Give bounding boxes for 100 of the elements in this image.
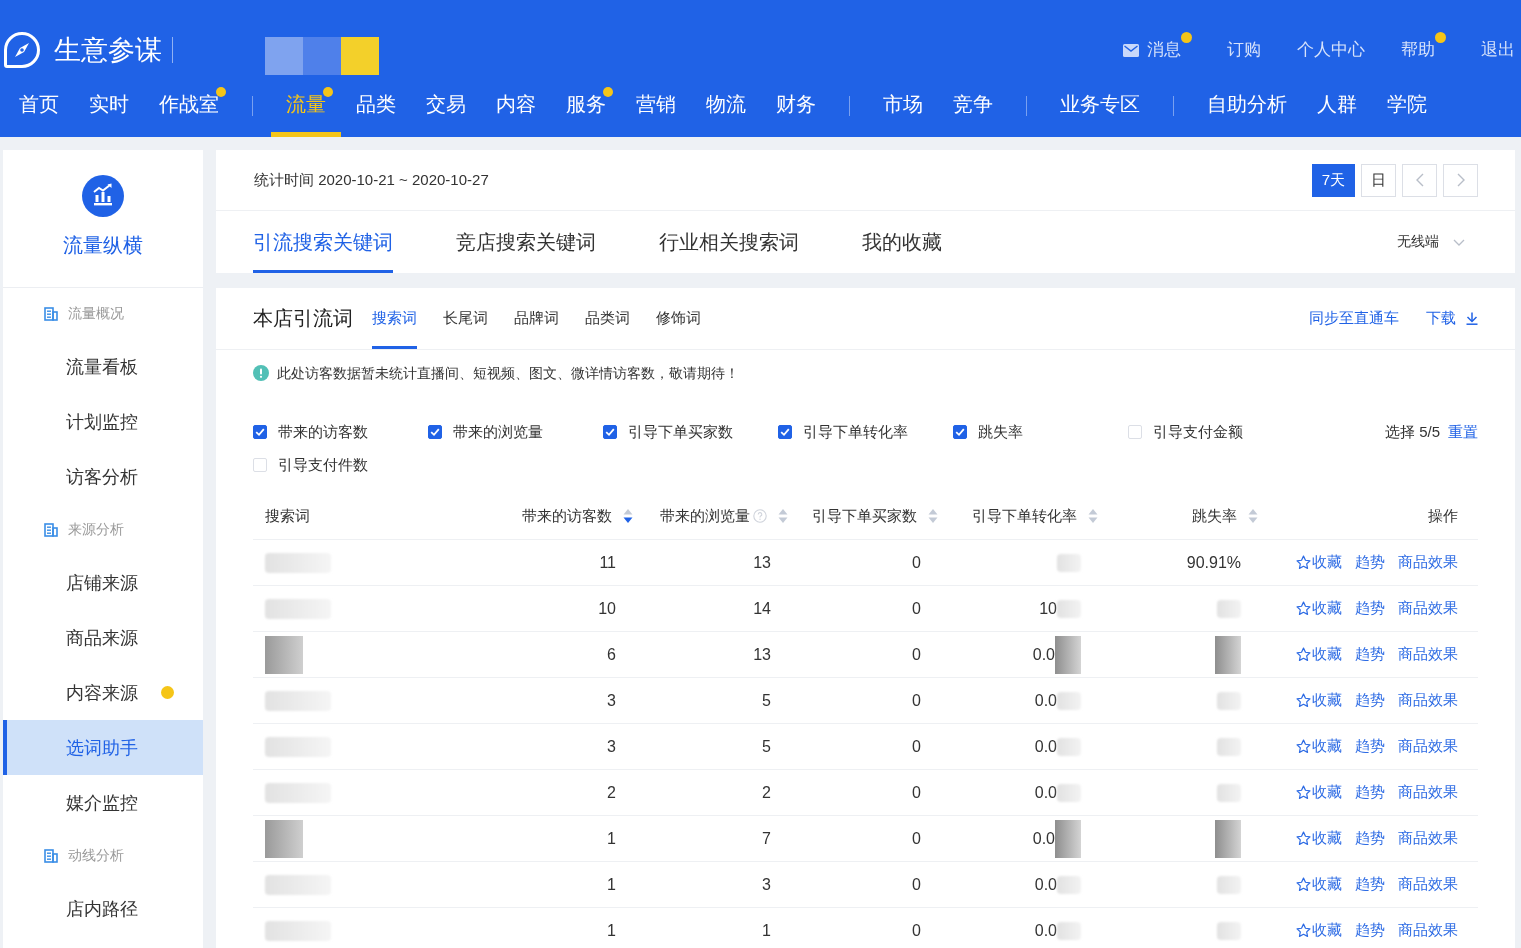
favorite-link[interactable]: 收藏 bbox=[1296, 691, 1342, 710]
action-link[interactable]: 趋势 bbox=[1355, 691, 1385, 710]
word-type-tab[interactable]: 搜索词 bbox=[372, 288, 417, 349]
nav-tab[interactable]: 实时 bbox=[74, 75, 144, 137]
nav-tab[interactable]: 作战室 bbox=[144, 75, 234, 137]
star-icon bbox=[1296, 693, 1311, 708]
favorite-link[interactable]: 收藏 bbox=[1296, 875, 1342, 894]
blurred-text bbox=[1217, 875, 1241, 894]
nav-tab[interactable]: 市场 bbox=[868, 75, 938, 137]
header-link[interactable]: 消息 bbox=[1123, 38, 1181, 62]
device-dropdown[interactable]: 无线端 bbox=[1397, 211, 1465, 273]
action-link[interactable]: 商品效果 bbox=[1398, 599, 1458, 618]
previous-button[interactable] bbox=[1402, 163, 1437, 197]
checkbox[interactable] bbox=[778, 425, 792, 439]
table-cell: 0 bbox=[912, 645, 921, 664]
action-link[interactable]: 趋势 bbox=[1355, 875, 1385, 894]
table-cell: 3 bbox=[607, 737, 616, 756]
sidebar-item[interactable]: 访客分析 bbox=[3, 449, 203, 504]
download-link[interactable]: 下载 bbox=[1426, 309, 1478, 328]
nav-tab[interactable]: 交易 bbox=[411, 75, 481, 137]
action-link[interactable]: 商品效果 bbox=[1398, 829, 1458, 848]
favorite-link[interactable]: 收藏 bbox=[1296, 553, 1342, 572]
checkbox[interactable] bbox=[253, 425, 267, 439]
sort-icon[interactable] bbox=[623, 508, 633, 524]
nav-tab[interactable]: 内容 bbox=[481, 75, 551, 137]
nav-tab[interactable]: 服务 bbox=[551, 75, 621, 137]
reset-link[interactable]: 重置 bbox=[1448, 421, 1478, 443]
action-link[interactable]: 趋势 bbox=[1355, 553, 1385, 572]
nav-tab[interactable]: 物流 bbox=[691, 75, 761, 137]
header-link[interactable]: 帮助 bbox=[1401, 38, 1435, 62]
nav-tab[interactable]: 人群 bbox=[1302, 75, 1372, 137]
table-cell: 0 bbox=[912, 737, 921, 756]
sidebar-item[interactable]: 店铺来源 bbox=[3, 555, 203, 610]
action-link[interactable]: 趋势 bbox=[1355, 783, 1385, 802]
action-link[interactable]: 商品效果 bbox=[1398, 737, 1458, 756]
header-link[interactable]: 个人中心 bbox=[1297, 38, 1365, 62]
range-button[interactable]: 日 bbox=[1361, 163, 1396, 197]
metric-option[interactable]: 引导支付金额 bbox=[1128, 421, 1243, 443]
keyword-tab[interactable]: 行业相关搜索词 bbox=[659, 211, 799, 273]
sidebar-item[interactable]: 商品来源 bbox=[3, 610, 203, 665]
action-link[interactable]: 商品效果 bbox=[1398, 553, 1458, 572]
favorite-link[interactable]: 收藏 bbox=[1296, 829, 1342, 848]
sidebar-item[interactable]: 计划监控 bbox=[3, 394, 203, 449]
help-icon[interactable] bbox=[753, 509, 767, 523]
nav-tab[interactable]: 业务专区 bbox=[1045, 75, 1155, 137]
blurred-text bbox=[1057, 691, 1081, 710]
nav-tab[interactable]: 学院 bbox=[1372, 75, 1442, 137]
range-button[interactable]: 7天 bbox=[1311, 163, 1355, 197]
sidebar-item[interactable]: 内容来源 bbox=[3, 665, 203, 720]
chevron-left-icon bbox=[1415, 173, 1424, 187]
checkbox[interactable] bbox=[603, 425, 617, 439]
nav-tab[interactable]: 首页 bbox=[4, 75, 74, 137]
word-type-tab[interactable]: 品类词 bbox=[585, 288, 630, 349]
metric-option[interactable]: 带来的浏览量 bbox=[428, 421, 543, 443]
sidebar-item[interactable]: 店内路径 bbox=[3, 881, 203, 936]
word-type-tab[interactable]: 修饰词 bbox=[656, 288, 701, 349]
nav-tab[interactable]: 财务 bbox=[761, 75, 831, 137]
keyword-tab[interactable]: 我的收藏 bbox=[862, 211, 942, 273]
action-link[interactable]: 趋势 bbox=[1355, 599, 1385, 618]
word-type-tab[interactable]: 长尾词 bbox=[443, 288, 488, 349]
word-type-tab[interactable]: 品牌词 bbox=[514, 288, 559, 349]
action-link[interactable]: 商品效果 bbox=[1398, 645, 1458, 664]
metric-option[interactable]: 带来的访客数 bbox=[253, 421, 368, 443]
action-link[interactable]: 趋势 bbox=[1355, 737, 1385, 756]
nav-tab[interactable]: 自助分析 bbox=[1192, 75, 1302, 137]
favorite-link[interactable]: 收藏 bbox=[1296, 921, 1342, 940]
favorite-link[interactable]: 收藏 bbox=[1296, 783, 1342, 802]
favorite-link[interactable]: 收藏 bbox=[1296, 737, 1342, 756]
metric-option[interactable]: 引导下单买家数 bbox=[603, 421, 733, 443]
action-link[interactable]: 趋势 bbox=[1355, 921, 1385, 940]
next-button[interactable] bbox=[1443, 163, 1478, 197]
sidebar-item[interactable]: 流量看板 bbox=[3, 339, 203, 394]
nav-tab[interactable]: 流量 bbox=[271, 75, 341, 137]
selection-count: 选择 5/5 bbox=[1384, 422, 1440, 442]
table-cell: 5 bbox=[762, 737, 771, 756]
sidebar-item[interactable]: 媒介监控 bbox=[3, 775, 203, 830]
action-link[interactable]: 商品效果 bbox=[1398, 783, 1458, 802]
favorite-link[interactable]: 收藏 bbox=[1296, 599, 1342, 618]
table-cell: 0 bbox=[912, 829, 921, 848]
action-link[interactable]: 商品效果 bbox=[1398, 875, 1458, 894]
action-link[interactable]: 商品效果 bbox=[1398, 921, 1458, 940]
checkbox[interactable] bbox=[953, 425, 967, 439]
action-link[interactable]: 趋势 bbox=[1355, 645, 1385, 664]
nav-tab[interactable]: 竞争 bbox=[938, 75, 1008, 137]
metric-option[interactable]: 跳失率 bbox=[953, 421, 1023, 443]
metric-option[interactable]: 引导支付件数 bbox=[253, 454, 368, 476]
action-link[interactable]: 趋势 bbox=[1355, 829, 1385, 848]
keyword-tab[interactable]: 竞店搜索关键词 bbox=[456, 211, 596, 273]
metric-option[interactable]: 引导下单转化率 bbox=[778, 421, 908, 443]
nav-tab[interactable]: 品类 bbox=[341, 75, 411, 137]
action-link[interactable]: 商品效果 bbox=[1398, 691, 1458, 710]
blurred-text bbox=[1217, 921, 1241, 940]
sync-link[interactable]: 同步至直通车 bbox=[1309, 309, 1399, 328]
nav-tab[interactable]: 营销 bbox=[621, 75, 691, 137]
sidebar-item[interactable]: 选词助手 bbox=[3, 720, 203, 775]
header-link[interactable]: 订购 bbox=[1227, 38, 1261, 62]
favorite-link[interactable]: 收藏 bbox=[1296, 645, 1342, 664]
keyword-tab[interactable]: 引流搜索关键词 bbox=[253, 211, 393, 273]
header-link[interactable]: 退出 bbox=[1481, 38, 1515, 62]
checkbox[interactable] bbox=[428, 425, 442, 439]
